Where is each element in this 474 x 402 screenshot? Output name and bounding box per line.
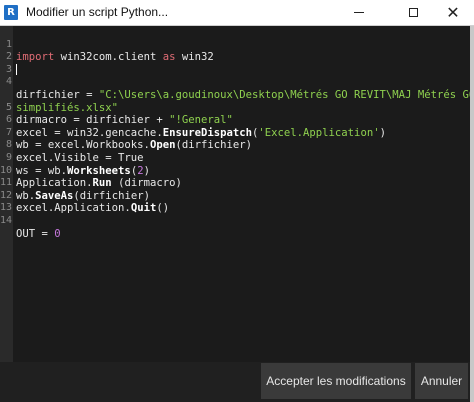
code-line: 14 OUT = 0: [0, 202, 470, 240]
code-line: 4 dirfichier = "C:\Users\a.goudinoux\Des…: [0, 64, 474, 101]
code-line: 3: [0, 51, 470, 75]
code-text: OUT = 0: [16, 227, 61, 240]
line-number: 14: [0, 214, 13, 226]
revit-app-icon: R: [4, 5, 18, 20]
title-bar: R Modifier un script Python... ✕: [0, 0, 474, 26]
code-line: 1 import win32com.client as win32: [0, 26, 470, 64]
close-button[interactable]: ✕: [430, 0, 474, 25]
close-icon: ✕: [446, 2, 460, 22]
code-line: 13: [0, 190, 470, 213]
maximize-icon: [408, 8, 418, 17]
code-line: 12 excel.Application.Quit(): [0, 177, 470, 215]
accept-changes-button[interactable]: Accepter les modifications: [261, 363, 411, 399]
window-edge: [470, 26, 474, 402]
code-line: 10 Application.Run (dirmacro): [0, 152, 470, 190]
code-area[interactable]: 1 import win32com.client as win32 2 3 4 …: [0, 26, 474, 240]
dialog-footer: Accepter les modifications Annuler: [0, 362, 470, 402]
code-line: simplifiés.xlsx": [0, 76, 470, 114]
code-line: 8 excel.Visible = True: [0, 127, 470, 164]
code-editor[interactable]: 1 import win32com.client as win32 2 3 4 …: [0, 26, 474, 362]
code-line: 2: [0, 39, 470, 76]
code-line: 7 wb = excel.Workbooks.Open(dirfichier): [0, 114, 470, 152]
code-line: 9 ws = wb.Worksheets(2): [0, 139, 470, 177]
minimize-button[interactable]: [336, 0, 382, 25]
cancel-button[interactable]: Annuler: [415, 363, 468, 399]
window-title: Modifier un script Python...: [26, 5, 169, 19]
code-line: 11 wb.SaveAs(dirfichier): [0, 165, 470, 202]
code-line: 6 excel = win32.gencache.EnsureDispatch(…: [0, 102, 470, 139]
code-line: 5 dirmacro = dirfichier + "!General": [0, 89, 470, 127]
minimize-icon: [354, 12, 364, 13]
